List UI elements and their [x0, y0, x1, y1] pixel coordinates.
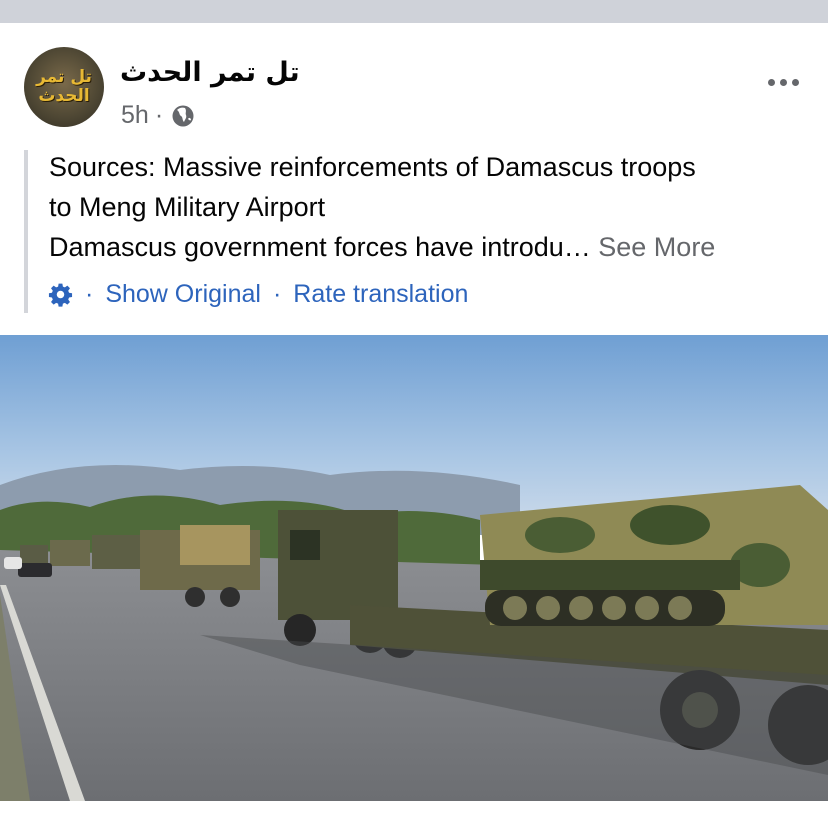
post-time[interactable]: 5h	[121, 101, 149, 130]
car	[4, 557, 22, 569]
globe-icon	[172, 105, 194, 126]
post-meta: 5h ·	[121, 101, 195, 130]
more-options-icon[interactable]	[768, 79, 799, 86]
vehicle	[20, 545, 48, 563]
vehicle	[50, 540, 90, 566]
wheel	[185, 587, 205, 607]
avatar-logo-text: تل تمر الحدث	[36, 67, 92, 106]
vehicle	[92, 535, 142, 569]
gear-icon[interactable]	[48, 282, 73, 307]
meta-separator: ·	[154, 101, 164, 129]
top-band	[0, 0, 828, 23]
convoy-photo	[0, 335, 828, 801]
post-card: تل تمر الحدث تل تمر الحدث 5h · Sources: …	[0, 23, 828, 826]
post-photo[interactable]	[0, 335, 828, 801]
see-more-link[interactable]: See More	[598, 232, 715, 262]
armored-vehicle	[180, 525, 250, 565]
translation-separator: ·	[272, 280, 282, 308]
post-text-truncated: Damascus government forces have introdu…	[49, 232, 599, 262]
road-wheel	[536, 596, 560, 620]
camo-patch	[630, 505, 710, 545]
translation-quote-bar	[24, 150, 28, 313]
road-wheel	[602, 596, 626, 620]
road-wheel	[569, 596, 593, 620]
page-name[interactable]: تل تمر الحدث	[120, 57, 300, 88]
post-text-line-3: Damascus government forces have introdu……	[49, 227, 809, 267]
camo-patch	[525, 517, 595, 553]
translation-row: · Show Original · Rate translation	[48, 280, 468, 309]
car	[18, 563, 52, 577]
post-text-line: to Meng Military Airport	[49, 192, 326, 222]
more-dot	[768, 79, 775, 86]
avatar[interactable]: تل تمر الحدث	[24, 47, 104, 127]
more-dot	[780, 79, 787, 86]
post-text-line: Sources: Massive reinforcements of Damas…	[49, 152, 696, 182]
road-wheel	[668, 596, 692, 620]
truck-window	[290, 530, 320, 560]
more-dot	[792, 79, 799, 86]
translation-separator: ·	[85, 280, 94, 308]
wheel	[220, 587, 240, 607]
road-wheel	[635, 596, 659, 620]
post-text: Sources: Massive reinforcements of Damas…	[49, 147, 809, 267]
truck-cab	[278, 510, 398, 620]
track-skirt	[480, 560, 740, 590]
rate-translation-link[interactable]: Rate translation	[293, 280, 468, 309]
road-wheel	[503, 596, 527, 620]
show-original-link[interactable]: Show Original	[105, 280, 261, 309]
